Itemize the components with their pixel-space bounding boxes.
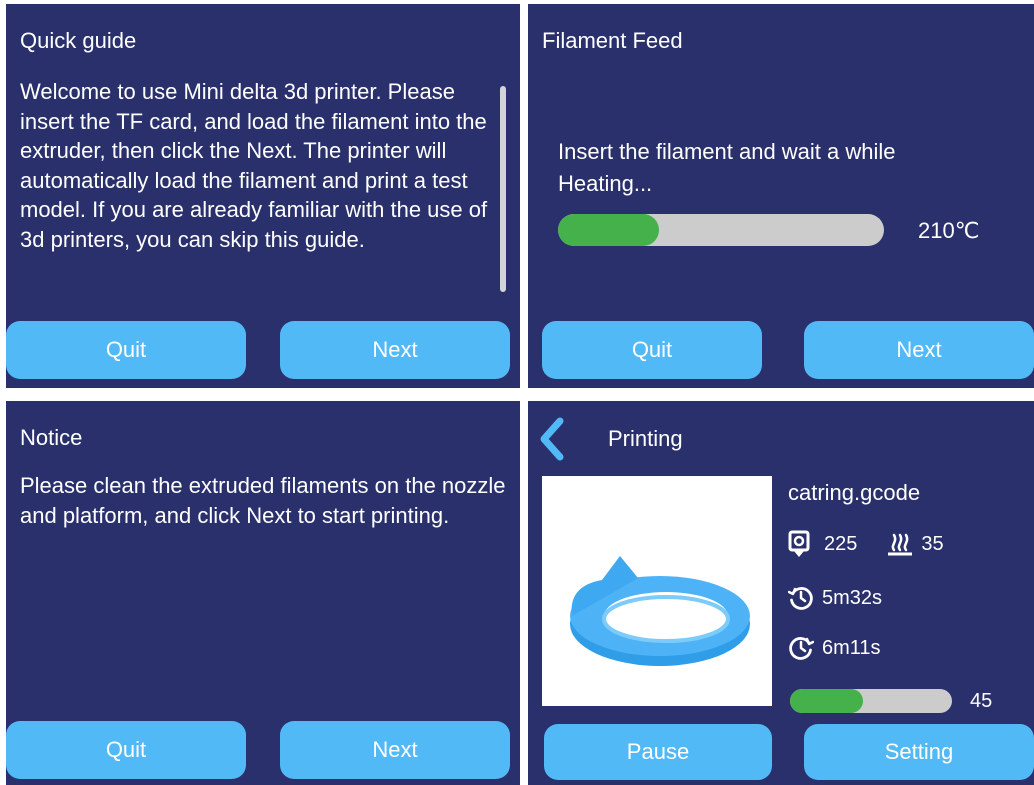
nozzle-temp-row: 225 35	[788, 530, 944, 558]
temperature-readout: 210℃	[918, 218, 980, 243]
quit-button[interactable]: Quit	[6, 321, 246, 379]
screen-title: Quick guide	[20, 28, 137, 53]
remaining-time-value: 6m11s	[822, 636, 881, 659]
nozzle-icon	[788, 530, 810, 558]
bed-temp-value: 35	[921, 532, 944, 555]
heating-progress-fill	[558, 214, 660, 246]
next-button[interactable]: Next	[280, 321, 510, 379]
file-name: catring.gcode	[788, 480, 921, 505]
back-chevron-icon[interactable]	[536, 417, 566, 461]
model-preview-image	[542, 476, 772, 706]
pause-button[interactable]: Pause	[544, 724, 772, 780]
guide-text-scroll-area[interactable]: Welcome to use Mini delta 3d printer. Pl…	[20, 77, 498, 313]
quit-button[interactable]: Quit	[542, 321, 762, 379]
heating-status: Heating...	[558, 171, 653, 196]
feed-instruction: Insert the filament and wait a while	[558, 139, 896, 164]
remaining-time-row: 6m11s	[788, 635, 881, 661]
setting-button[interactable]: Setting	[804, 724, 1034, 780]
elapsed-time-value: 5m32s	[822, 586, 883, 609]
notice-text: Please clean the extruded filaments on t…	[20, 473, 506, 528]
screen-title: Notice	[20, 425, 83, 450]
heated-bed-icon	[887, 530, 913, 558]
notice-screen: Notice Please clean the extruded filamen…	[6, 401, 520, 785]
elapsed-time-row: 5m32s	[788, 585, 882, 611]
nozzle-temp-value: 225	[824, 532, 858, 555]
guide-text: Welcome to use Mini delta 3d printer. Pl…	[20, 79, 488, 252]
print-progress-fill	[790, 689, 863, 713]
print-progress-bar	[790, 689, 952, 713]
print-progress-value: 45	[970, 690, 993, 712]
scrollbar[interactable]	[500, 86, 506, 292]
quit-button[interactable]: Quit	[6, 721, 246, 779]
screen-title: Filament Feed	[542, 28, 683, 53]
elapsed-time-icon	[788, 585, 814, 611]
next-button[interactable]: Next	[804, 321, 1034, 379]
quick-guide-screen: Quick guide Welcome to use Mini delta 3d…	[6, 4, 520, 388]
screen-title: Printing	[608, 426, 683, 451]
printing-screen: Printing catring.gcode 225 35 5m32s 6m11…	[528, 401, 1034, 785]
remaining-time-icon	[788, 635, 814, 661]
next-button[interactable]: Next	[280, 721, 510, 779]
heating-progress-bar	[558, 214, 884, 246]
filament-feed-screen: Filament Feed Insert the filament and wa…	[528, 4, 1034, 388]
